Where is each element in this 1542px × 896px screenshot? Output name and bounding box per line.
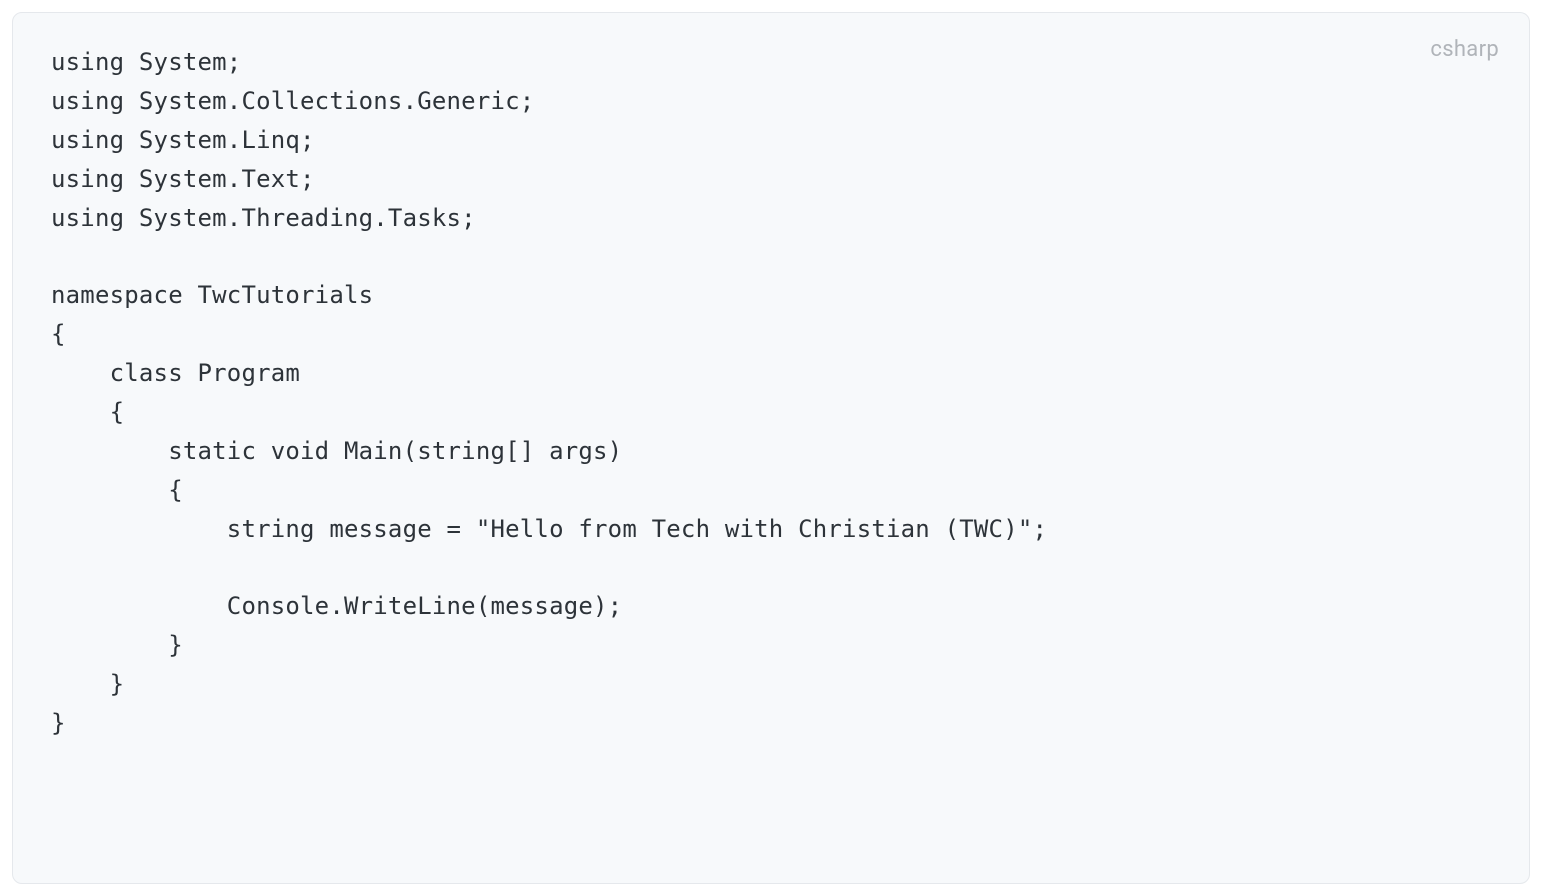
code-content[interactable]: using System; using System.Collections.G… [51, 43, 1491, 743]
code-block: csharp using System; using System.Collec… [12, 12, 1530, 884]
language-label: csharp [1430, 37, 1499, 62]
